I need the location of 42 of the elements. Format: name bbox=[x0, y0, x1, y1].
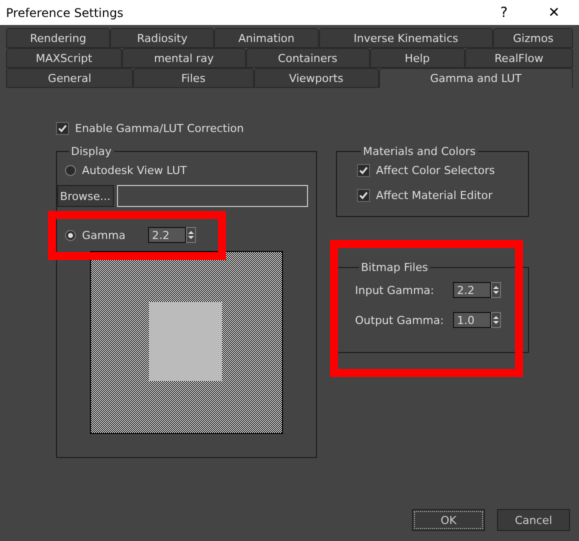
group-title: Bitmap Files bbox=[360, 261, 429, 274]
field-label: Output Gamma: bbox=[355, 314, 445, 326]
radio-button[interactable] bbox=[65, 165, 76, 176]
spinner-arrows-icon[interactable] bbox=[491, 282, 501, 298]
tab[interactable]: Help bbox=[370, 48, 465, 68]
browse-button[interactable]: Browse... bbox=[57, 185, 114, 207]
checkbox-label: Affect Material Editor bbox=[376, 189, 492, 202]
spinner-arrows-icon[interactable] bbox=[491, 312, 501, 328]
group-title: Materials and Colors bbox=[362, 145, 477, 158]
gamma-field[interactable]: 1.0 bbox=[453, 312, 491, 328]
help-button[interactable]: ? bbox=[479, 0, 529, 25]
tab[interactable]: Containers bbox=[246, 48, 370, 68]
cancel-button[interactable]: Cancel bbox=[497, 509, 570, 531]
close-button[interactable]: ✕ bbox=[529, 0, 579, 25]
gamma-field[interactable]: 2.2 bbox=[453, 282, 491, 298]
spinner-arrows-icon[interactable] bbox=[186, 227, 196, 243]
checkbox-label: Enable Gamma/LUT Correction bbox=[75, 122, 244, 135]
tab[interactable]: Gamma and LUT bbox=[378, 68, 573, 88]
tab[interactable]: Gizmos bbox=[493, 28, 574, 48]
checkbox[interactable] bbox=[357, 164, 370, 177]
window-title: Preference Settings bbox=[6, 6, 124, 20]
tab[interactable]: MAXScript bbox=[6, 48, 122, 68]
tab[interactable]: Animation bbox=[214, 28, 319, 48]
tab[interactable]: Inverse Kinematics bbox=[318, 28, 494, 48]
checkbox[interactable] bbox=[56, 122, 69, 135]
gamma-field[interactable]: 2.2 bbox=[148, 227, 186, 243]
tab[interactable]: RealFlow bbox=[464, 48, 573, 68]
tab[interactable]: General bbox=[6, 68, 134, 88]
tab[interactable]: Viewports bbox=[254, 68, 379, 88]
tab[interactable]: mental ray bbox=[122, 48, 246, 68]
ok-button[interactable]: OK bbox=[412, 509, 485, 531]
radio-button[interactable] bbox=[65, 230, 76, 240]
checkbox[interactable] bbox=[357, 189, 370, 202]
lut-path-field[interactable] bbox=[116, 185, 308, 207]
radio-label: Autodesk View LUT bbox=[82, 164, 187, 177]
group-title: Display bbox=[70, 145, 113, 158]
tab[interactable]: Rendering bbox=[6, 28, 110, 48]
checkbox-label: Affect Color Selectors bbox=[376, 164, 495, 177]
radio-label: Gamma bbox=[82, 228, 126, 242]
field-label: Input Gamma: bbox=[355, 284, 436, 296]
tab[interactable]: Files bbox=[133, 68, 254, 88]
tab[interactable]: Radiosity bbox=[110, 28, 214, 48]
